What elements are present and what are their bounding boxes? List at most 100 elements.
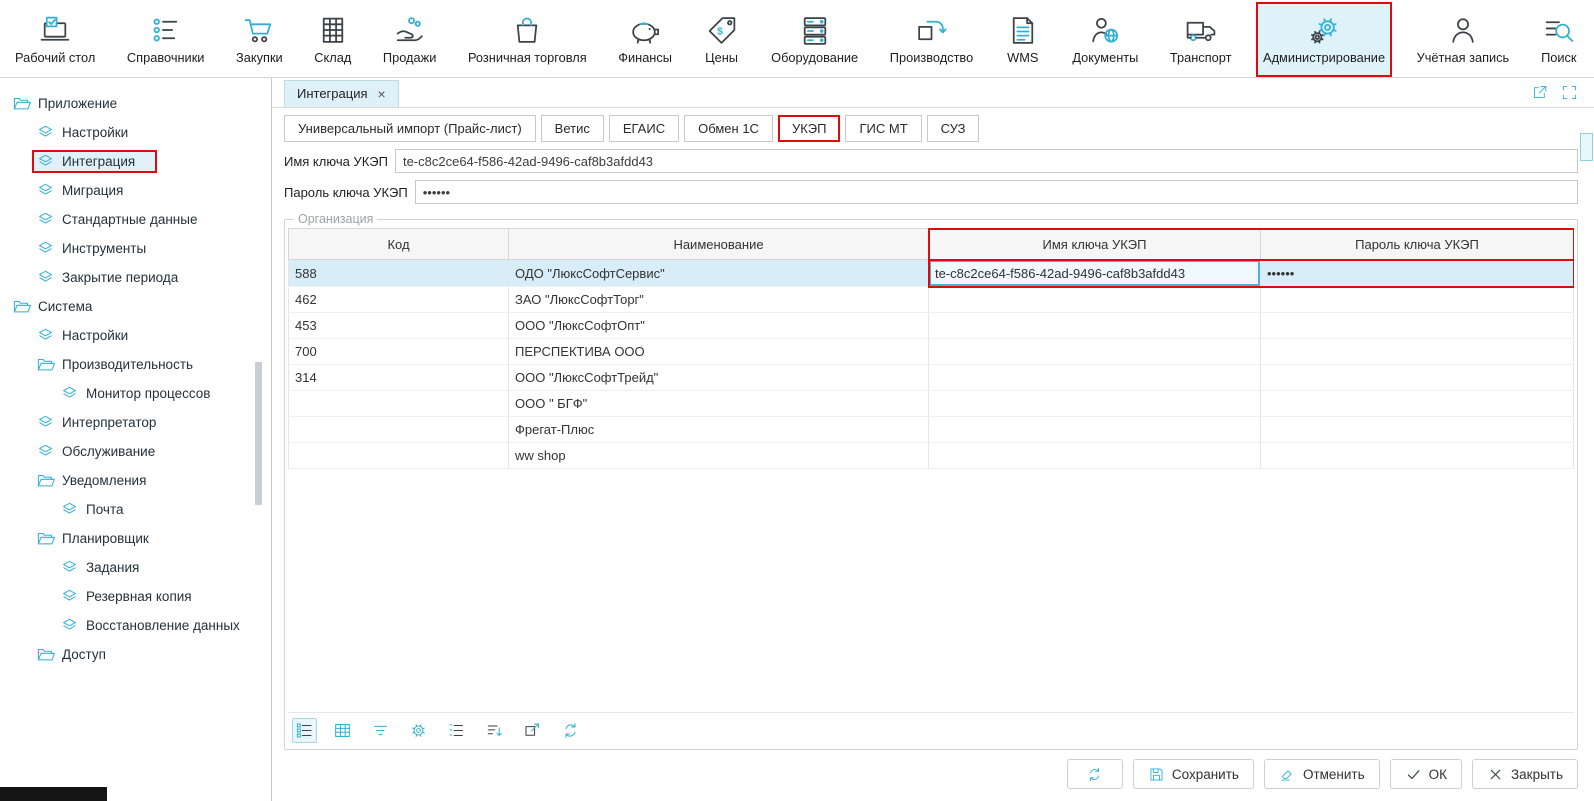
sidebar-item-interpretator[interactable]: Интерпретатор — [0, 408, 271, 437]
account-icon — [1445, 14, 1481, 47]
sort-button[interactable] — [482, 718, 507, 743]
save-button[interactable]: Сохранить — [1133, 759, 1254, 789]
retail-icon — [509, 14, 545, 47]
tab-integration[interactable]: Интеграция × — [284, 80, 399, 107]
numbered-list-button[interactable] — [444, 718, 469, 743]
wms-icon — [1005, 14, 1041, 47]
settings-button[interactable] — [406, 718, 431, 743]
cell-name: ww shop — [509, 443, 929, 469]
sidebar-item-vosstanovlenie-dannykh[interactable]: Восстановление данных — [0, 611, 271, 640]
ukep-key-password-input[interactable] — [415, 180, 1578, 204]
export-button[interactable] — [520, 718, 545, 743]
toolbar-item-account[interactable]: Учётная запись — [1410, 2, 1517, 77]
cell-name: ООО " БГФ" — [509, 391, 929, 417]
sidebar-item-instrumenty[interactable]: Инструменты — [0, 234, 271, 263]
toolbar-item-retail[interactable]: Розничная торговля — [461, 2, 594, 77]
sidebar-item-dostup[interactable]: Доступ — [0, 640, 271, 669]
toolbar-item-administration[interactable]: Администрирование — [1256, 2, 1392, 77]
toolbar-item-label: Документы — [1072, 50, 1138, 65]
toolbar-item-sales[interactable]: Продажи — [376, 2, 443, 77]
gear-icon — [409, 721, 428, 740]
close-button[interactable]: Закрыть — [1472, 759, 1578, 789]
toolbar-item-purchases[interactable]: Закупки — [229, 2, 290, 77]
button-label: Отменить — [1303, 767, 1365, 782]
sidebar-item-nastroyki-app[interactable]: Настройки — [0, 118, 271, 147]
sidebar-item-label: Инструменты — [62, 241, 146, 256]
toolbar-item-transport[interactable]: Транспорт — [1163, 2, 1239, 77]
sidebar-item-obsluzhivanie[interactable]: Обслуживание — [0, 437, 271, 466]
sync-button[interactable] — [558, 718, 583, 743]
fullscreen-icon[interactable] — [1561, 84, 1578, 101]
toolbar-item-label: Закупки — [236, 50, 283, 65]
folder-icon — [36, 355, 55, 374]
toolbar-item-label: Склад — [314, 50, 351, 65]
table-row[interactable]: ООО " БГФ" — [289, 391, 1574, 417]
view-grid-button[interactable] — [330, 718, 355, 743]
toolbar-item-documents[interactable]: Документы — [1065, 2, 1145, 77]
sidebar-item-zadaniya[interactable]: Задания — [0, 553, 271, 582]
organization-table: КодНаименованиеИмя ключа УКЭППароль ключ… — [288, 228, 1574, 469]
toolbar-item-prices[interactable]: $Цены — [697, 2, 747, 77]
sidebar-item-proizvoditelnost[interactable]: Производительность — [0, 350, 271, 379]
sidebar-item-rezervnaya-kopiya[interactable]: Резервная копия — [0, 582, 271, 611]
filter-button[interactable] — [368, 718, 393, 743]
subtab-universal-import[interactable]: Универсальный импорт (Прайс-лист) — [284, 115, 536, 142]
sidebar-item-sistema[interactable]: Система — [0, 292, 271, 321]
column-header-code[interactable]: Код — [289, 229, 509, 260]
layers-icon — [36, 123, 55, 142]
table-row[interactable]: 462ЗАО "ЛюксСофтТорг" — [289, 287, 1574, 313]
main-scrollbar[interactable] — [1580, 109, 1593, 801]
sidebar-item-planirovschik[interactable]: Планировщик — [0, 524, 271, 553]
table-row[interactable]: 700ПЕРСПЕКТИВА ООО — [289, 339, 1574, 365]
subtab-vetis[interactable]: Ветис — [541, 115, 604, 142]
field-label: Имя ключа УКЭП — [284, 154, 388, 169]
view-list-button[interactable] — [292, 718, 317, 743]
sidebar-item-pochta[interactable]: Почта — [0, 495, 271, 524]
key-editor[interactable]: te-c8c2ce64-f586-42ad-9496-caf8b3afdd43 — [929, 260, 1260, 286]
toolbar-item-wms[interactable]: WMS — [998, 2, 1048, 77]
column-header-key[interactable]: Имя ключа УКЭП — [929, 229, 1261, 260]
column-header-name[interactable]: Наименование — [509, 229, 929, 260]
subtab-gis-mt[interactable]: ГИС МТ — [845, 115, 921, 142]
table-row[interactable]: 453ООО "ЛюксСофтОпт" — [289, 313, 1574, 339]
toolbar-item-finance[interactable]: Финансы — [611, 2, 679, 77]
toolbar-item-warehouse[interactable]: Склад — [307, 2, 358, 77]
cancel-button[interactable]: Отменить — [1264, 759, 1380, 789]
subtab-suz[interactable]: СУЗ — [927, 115, 980, 142]
sidebar-item-prilozhenie[interactable]: Приложение — [0, 89, 271, 118]
table-row[interactable]: 314ООО "ЛюксСофтТрейд" — [289, 365, 1574, 391]
main-scrollbar-thumb[interactable] — [1580, 133, 1593, 161]
toolbar-item-directories[interactable]: Справочники — [120, 2, 212, 77]
toolbar-item-search[interactable]: Поиск — [1534, 2, 1584, 77]
toolbar-item-equipment[interactable]: Оборудование — [764, 2, 865, 77]
toolbar-item-label: Оборудование — [771, 50, 858, 65]
sidebar-item-monitor-protsessov[interactable]: Монитор процессов — [0, 379, 271, 408]
toolbar-item-desktop[interactable]: Рабочий стол — [8, 2, 102, 77]
subtab-ukep[interactable]: УКЭП — [778, 115, 841, 142]
production-icon — [913, 14, 949, 47]
cell-code: 462 — [289, 287, 509, 313]
subtab-obmen-1c[interactable]: Обмен 1С — [684, 115, 773, 142]
tab-close-icon[interactable]: × — [378, 87, 386, 101]
sidebar-item-standartnye-dannye[interactable]: Стандартные данные — [0, 205, 271, 234]
sidebar-item-zakrytie-perioda[interactable]: Закрытие периода — [0, 263, 271, 292]
ukep-key-name-input[interactable] — [395, 149, 1578, 173]
sidebar-item-migratsiya[interactable]: Миграция — [0, 176, 271, 205]
sidebar-item-nastroyki-sys[interactable]: Настройки — [0, 321, 271, 350]
toolbar-item-production[interactable]: Производство — [883, 2, 980, 77]
refresh-button[interactable] — [1067, 759, 1123, 789]
toolbar-item-label: Цены — [705, 50, 738, 65]
ok-button[interactable]: ОК — [1390, 759, 1462, 789]
popout-icon[interactable] — [1531, 84, 1548, 101]
tabstrip-actions — [1531, 84, 1578, 107]
subtab-egais[interactable]: ЕГАИС — [609, 115, 679, 142]
sidebar-item-integratsiya[interactable]: Интеграция — [0, 147, 271, 176]
column-header-password[interactable]: Пароль ключа УКЭП — [1261, 229, 1574, 260]
sidebar-scrollbar-thumb[interactable] — [255, 362, 262, 505]
button-label: Закрыть — [1511, 767, 1563, 782]
table-row[interactable]: 588ОДО "ЛюксСофтСервис"te-c8c2ce64-f586-… — [289, 260, 1574, 287]
table-row[interactable]: ww shop — [289, 443, 1574, 469]
table-row[interactable]: Фрегат-Плюс — [289, 417, 1574, 443]
cell-password: •••••• — [1261, 260, 1574, 287]
sidebar-item-uvedomleniya[interactable]: Уведомления — [0, 466, 271, 495]
